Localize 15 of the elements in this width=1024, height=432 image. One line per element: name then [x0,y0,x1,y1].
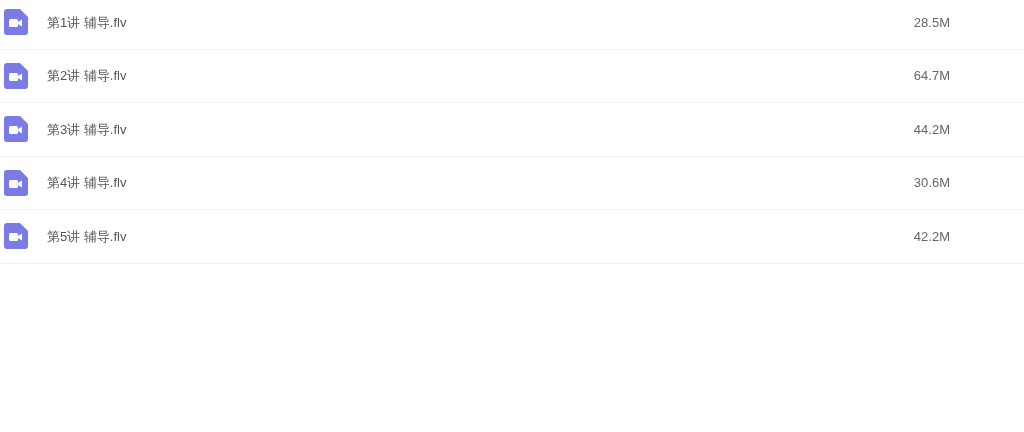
file-name[interactable]: 第3讲 辅导.flv [47,119,127,139]
file-name[interactable]: 第1讲 辅导.flv [47,12,127,32]
video-file-icon [4,169,28,196]
video-file-icon [4,9,28,36]
video-file-icon [4,223,28,250]
file-name[interactable]: 第5讲 辅导.flv [47,226,127,246]
file-size: 64.7M [912,67,950,85]
file-size: 44.2M [912,120,950,139]
file-name[interactable]: 第2讲 辅导.flv [47,66,127,86]
file-size: 28.5M [912,13,950,32]
file-name[interactable]: 第4讲 辅导.flv [47,173,127,193]
video-file-icon [4,62,28,89]
file-size: 42.2M [912,227,950,246]
file-size: 30.6M [912,174,950,192]
video-file-icon [4,116,28,143]
